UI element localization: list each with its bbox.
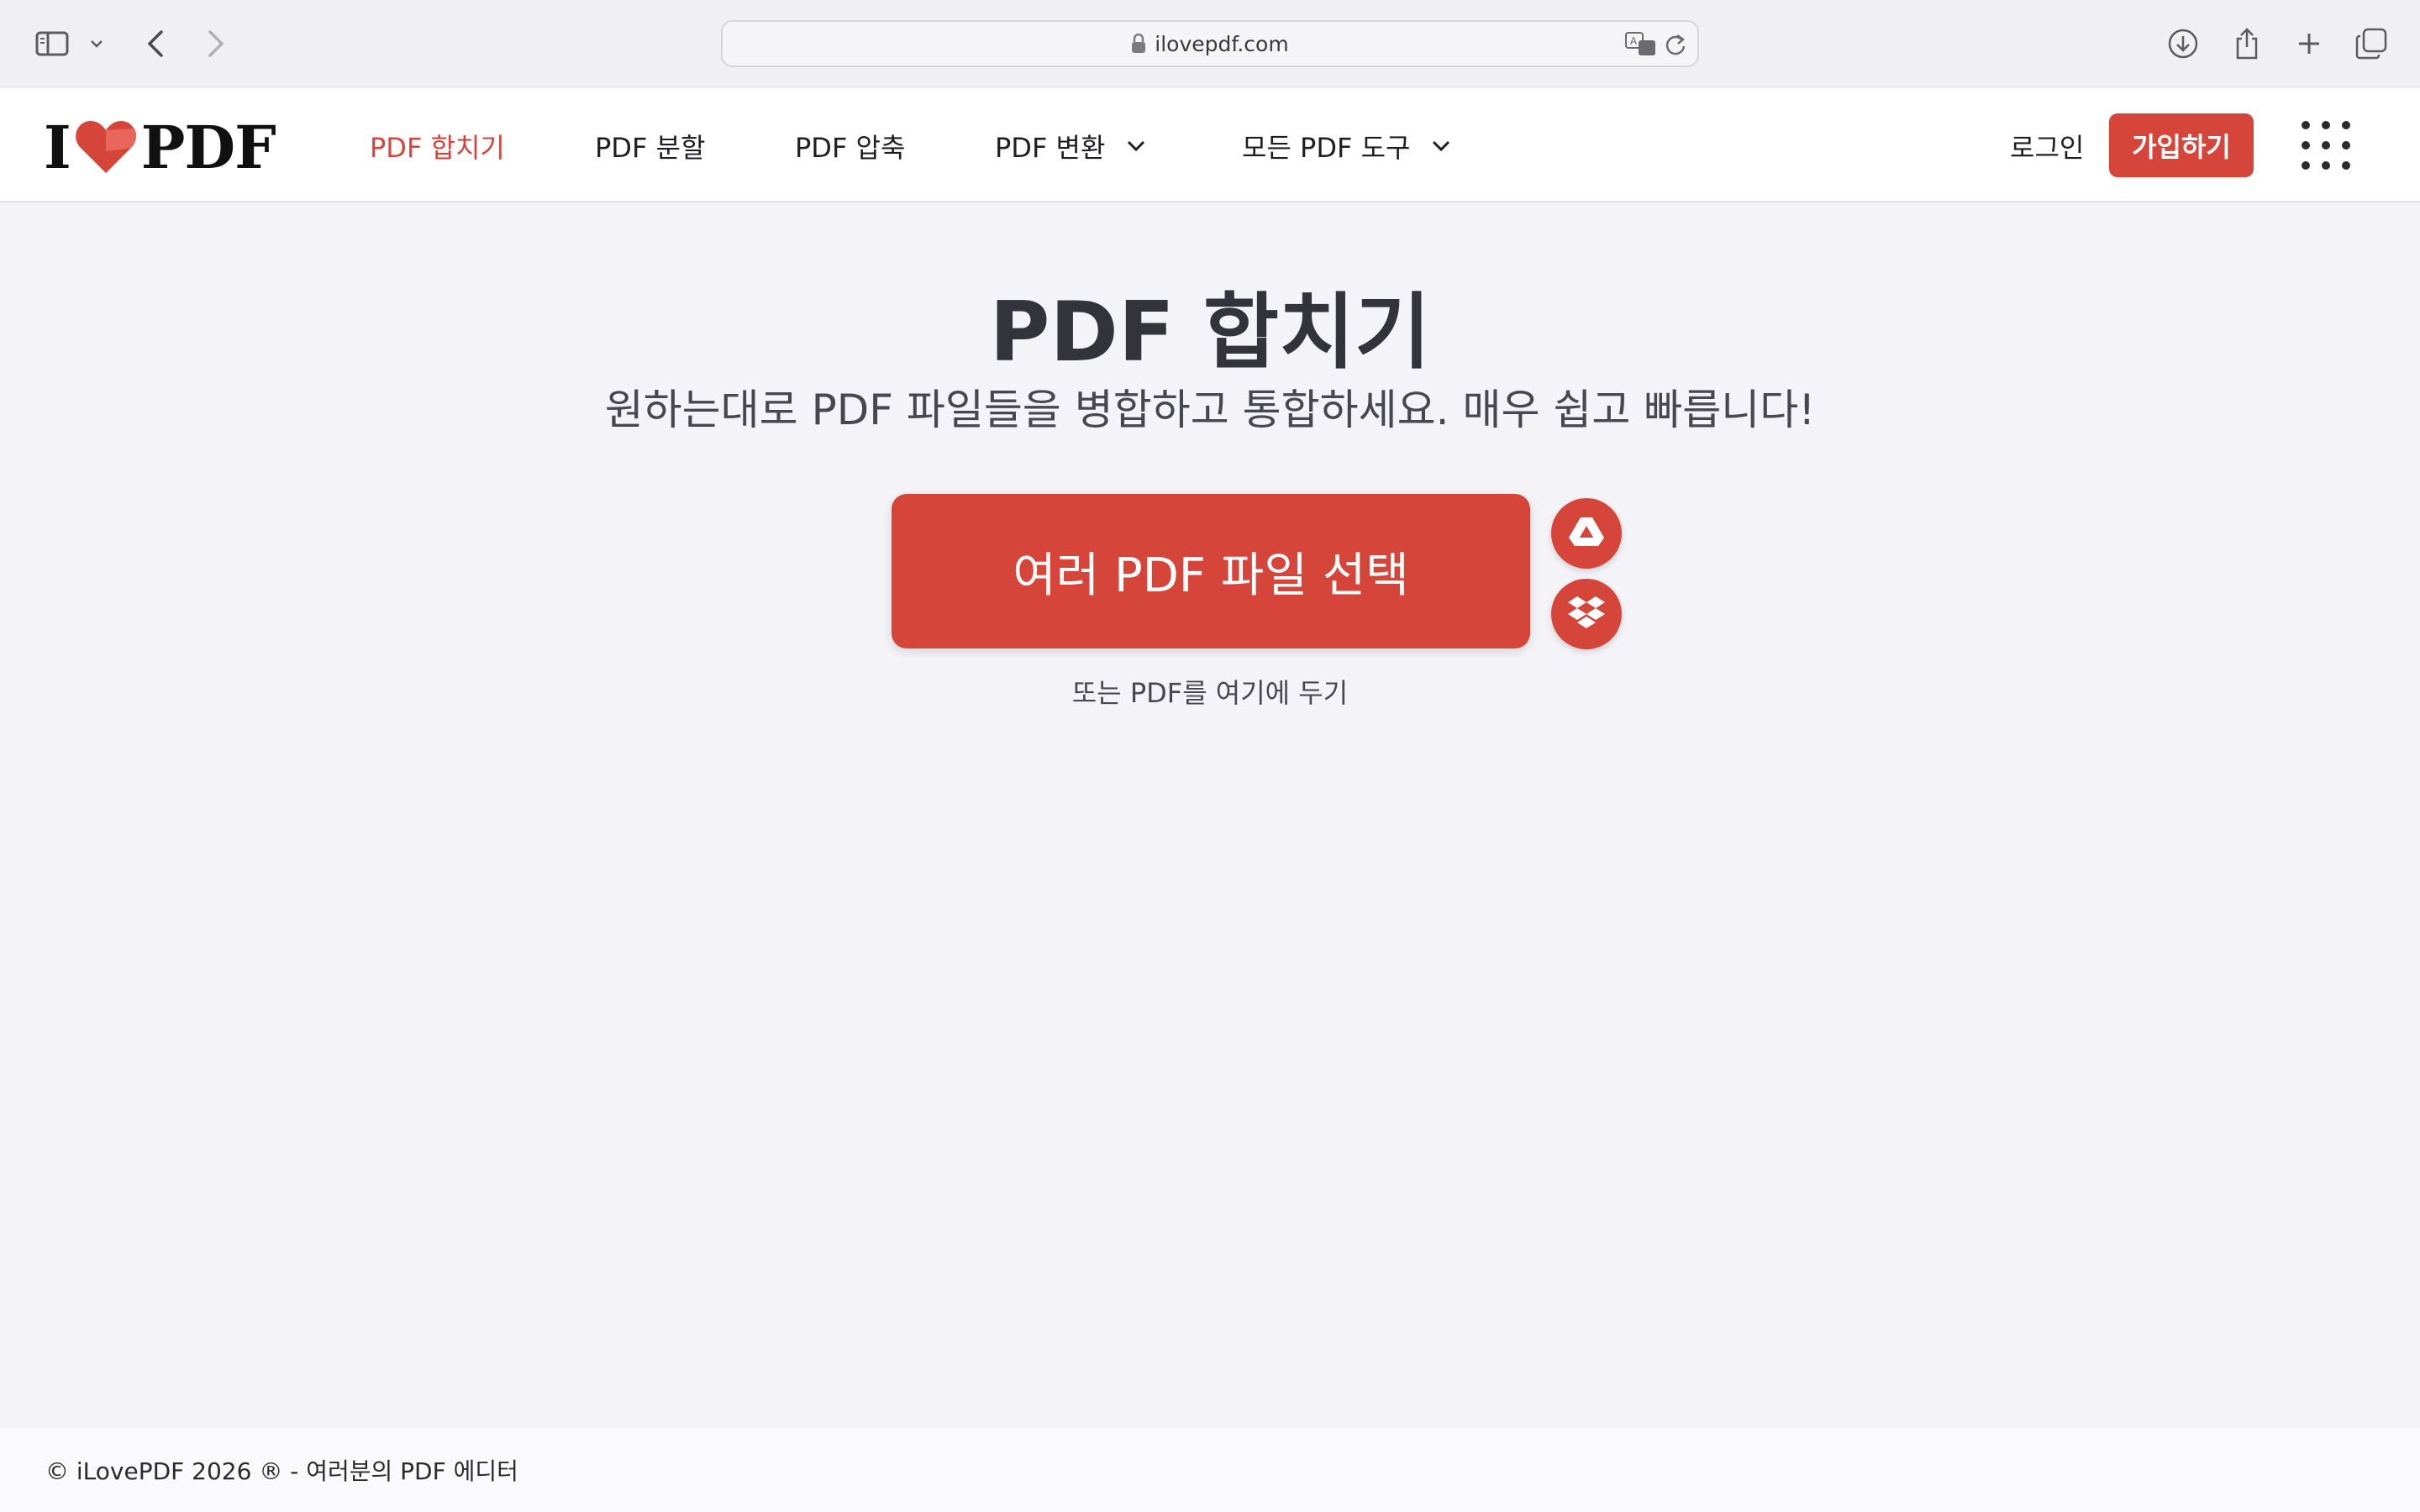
address-bar[interactable]: ilovepdf.com A bbox=[721, 20, 1699, 67]
chevron-down-icon bbox=[1432, 140, 1450, 152]
download-icon[interactable] bbox=[2160, 18, 2207, 69]
translate-icon[interactable]: A bbox=[1625, 32, 1659, 60]
nav-label: 모든 PDF 도구 bbox=[1242, 132, 1411, 164]
google-drive-icon bbox=[1568, 516, 1605, 551]
site-footer: © iLovePDF 2026 ® - 여러분의 PDF 에디터 bbox=[0, 1428, 2420, 1512]
tab-overview-icon[interactable] bbox=[2348, 18, 2395, 69]
google-drive-button[interactable] bbox=[1551, 498, 1622, 569]
nav-merge-pdf[interactable]: PDF 합치기 bbox=[370, 125, 505, 167]
svg-text:A: A bbox=[1630, 35, 1638, 47]
browser-toolbar: ilovepdf.com A bbox=[0, 0, 2420, 87]
share-icon[interactable] bbox=[2223, 18, 2270, 69]
nav-label: PDF 분할 bbox=[595, 132, 706, 164]
lock-icon bbox=[1131, 34, 1146, 54]
nav-label: PDF 합치기 bbox=[370, 132, 505, 164]
back-icon[interactable] bbox=[134, 18, 176, 69]
chevron-down-icon[interactable] bbox=[84, 18, 109, 69]
nav-label: PDF 압축 bbox=[795, 132, 906, 164]
dropbox-button[interactable] bbox=[1551, 579, 1622, 649]
forward-icon[interactable] bbox=[195, 18, 237, 69]
nav-split-pdf[interactable]: PDF 분할 bbox=[595, 125, 705, 167]
login-link[interactable]: 로그인 bbox=[2010, 125, 2084, 167]
select-pdf-files-button[interactable]: 여러 PDF 파일 선택 bbox=[892, 494, 1530, 648]
nav-all-pdf-tools[interactable]: 모든 PDF 도구 bbox=[1242, 125, 1450, 167]
logo-text-pdf: PDF bbox=[140, 112, 276, 182]
heart-icon bbox=[74, 118, 138, 176]
sidebar-toggle-icon[interactable] bbox=[30, 18, 74, 69]
signup-button[interactable]: 가입하기 bbox=[2109, 113, 2254, 177]
new-tab-icon[interactable] bbox=[2286, 18, 2333, 69]
logo-text-i: I bbox=[44, 112, 71, 182]
reload-icon[interactable] bbox=[1664, 32, 1687, 60]
chevron-down-icon bbox=[1127, 140, 1145, 152]
dropbox-icon bbox=[1567, 595, 1606, 633]
nav-label: PDF 변환 bbox=[995, 132, 1106, 164]
footer-copyright: © iLovePDF 2026 ® - 여러분의 PDF 에디터 bbox=[45, 1457, 518, 1485]
url-text: ilovepdf.com bbox=[1155, 31, 1289, 56]
ilovepdf-logo[interactable]: I PDF bbox=[44, 112, 276, 182]
drop-hint: 또는 PDF를 여기에 두기 bbox=[1071, 677, 1349, 709]
nav-convert-pdf[interactable]: PDF 변환 bbox=[995, 125, 1145, 167]
site-header: I PDF PDF 합치기 PDF 분할 PDF 압축 PDF 변환 모든 PD… bbox=[0, 88, 2420, 202]
page-title: PDF 합치기 bbox=[989, 285, 1431, 381]
nav-compress-pdf[interactable]: PDF 압축 bbox=[795, 125, 905, 167]
page-subtitle: 원하는대로 PDF 파일들을 병합하고 통합하세요. 매우 쉽고 빠릅니다! bbox=[604, 386, 1816, 434]
apps-grid-icon[interactable] bbox=[2299, 118, 2353, 172]
